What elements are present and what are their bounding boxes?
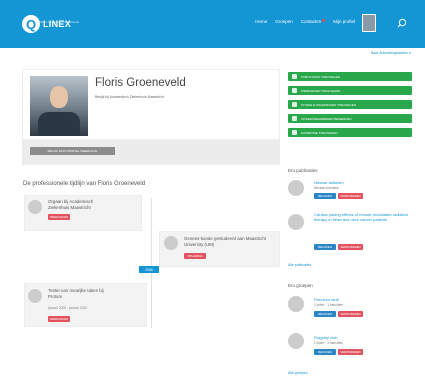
timeline-item-tag: WERKGEVER [48,316,70,322]
nav-contacts-label: Contacten [300,19,322,24]
publication-sub: Nieuwe overnave [314,186,339,190]
publications-heading: Eru publicaties [288,168,318,173]
timeline-item-tag: WERKGEVER [48,214,70,220]
group-icon [288,296,304,312]
timeline-year-badge: 2006 [139,266,159,273]
add-employer-button[interactable]: WERKGEVER TOEVOEGEN [288,86,412,95]
add-publications-button[interactable]: PUBLICATIES TOEVOEGEN [288,72,412,81]
delete-button[interactable]: VERWIJDEREN [338,193,363,199]
plus-icon [292,130,297,135]
plus-icon [292,116,297,121]
view-button[interactable]: BEKIJKEN [314,244,336,250]
view-button[interactable]: BEKIJKEN [314,193,336,199]
nav-groups[interactable]: Groepen [275,19,293,24]
plus-icon [292,88,297,93]
timeline-line [151,198,152,328]
search-icon[interactable] [397,18,407,28]
group-title[interactable]: Premium stuff [314,297,339,302]
delete-button[interactable]: VERWIJDEREN [338,244,363,250]
groups-heading: Eru groepen [288,283,313,288]
publication-title[interactable]: Cardiac pacing effects of remote-modulat… [314,212,414,222]
timeline-item-title: Tester van mearijke taken bij Protum [48,288,104,299]
timeline-item-title: Orgaan bij Academisch Ziekenhuis Maastri… [48,199,94,210]
nav-contacts[interactable]: Contacten [301,19,326,24]
nav-my-profile[interactable]: Mijn profiel [333,19,355,24]
logo[interactable]: Q LINEX [22,14,71,34]
all-publications-link[interactable]: Alle publicaties [288,263,311,267]
nav-home[interactable]: Home [255,19,267,24]
delete-button[interactable]: VERWIJDEREN [338,311,363,317]
notification-dot [322,19,326,22]
delete-button[interactable]: VERWIJDEREN [338,349,363,355]
edit-interests-button[interactable]: INTERESSEGEBIEDEN BEWERKEN [288,114,412,123]
plus-icon [292,74,297,79]
timeline-item-tag: OPLEIDING [184,253,206,259]
timeline-heading: De professionele tijdlijn van Floris Gro… [23,181,146,187]
avatar[interactable] [362,14,376,32]
publication-icon [288,180,304,196]
timeline-item-title: Genees-kunde gestudeerd aan Maastricht U… [184,236,267,247]
all-groups-link[interactable]: Alle groepen [288,371,308,375]
group-sub: 1 leden · 1 berichten [314,303,344,307]
logo-tagline: platform medische professionals [36,20,80,24]
button-label: INTERESSEGEBIEDEN BEWERKEN [301,116,352,121]
group-sub: 1 leden · 1 berichten [314,341,344,345]
button-label: PUBLICATIES TOEVOEGEN [301,74,341,79]
book-icon [28,289,42,303]
timeline-item-dates: januari 2006 - januari 2010 [48,306,88,310]
publication-title[interactable]: Nieuwe artikelen [314,180,414,185]
button-label: EXPERTISE TOEVOEGEN [301,130,338,135]
profile-photo-body [38,112,80,136]
top-navbar: Q LINEX platform medische professionals … [0,0,425,48]
graduation-icon [164,236,178,250]
add-expertise-button[interactable]: EXPERTISE TOEVOEGEN [288,128,412,137]
add-education-button[interactable]: STUDIE & OPLEIDINGEN TOEVOEGEN [288,100,412,109]
breadcrumb-link[interactable]: Naar Aldersbergkwartier ▸ [371,51,411,55]
logo-icon: Q [22,15,40,33]
profile-subtitle: Bekijk bij Academisch Ziekenhuis Maastri… [95,95,164,99]
profile-photo-face [50,86,68,108]
suitcase-icon [28,200,42,214]
button-label: WERKGEVER TOEVOEGEN [301,88,341,93]
publication-icon [288,214,304,230]
plus-icon [292,102,297,107]
group-title[interactable]: Flagship club [314,335,338,340]
button-label: STUDIE & OPLEIDINGEN TOEVOEGEN [301,102,356,107]
view-button[interactable]: BEKIJKEN [314,349,336,355]
main-nav: Home Groepen Contacten Mijn profiel [255,19,355,24]
group-icon [288,333,304,349]
profile-view-button[interactable]: BEKIJK MIJN PROFIEL WEERGAVE [30,147,115,155]
profile-name: Floris Groeneveld [95,77,186,89]
view-button[interactable]: BEKIJKEN [314,311,336,317]
